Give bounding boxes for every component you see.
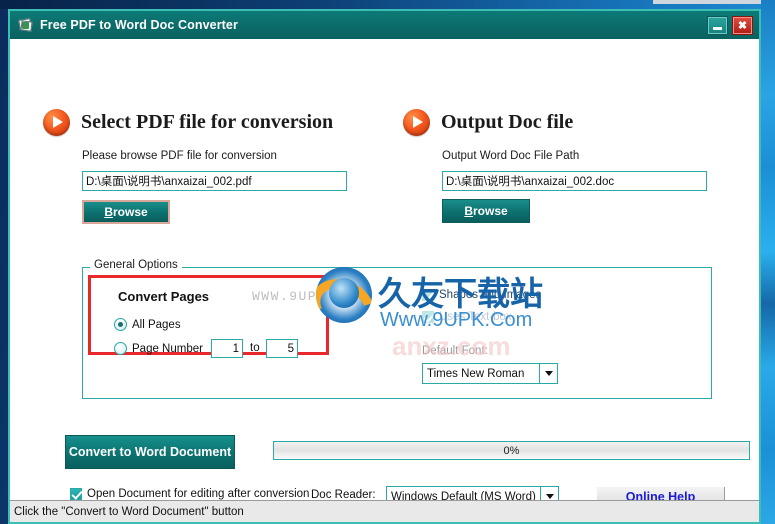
open-document-option[interactable]: Open Document for editing after conversi… (70, 488, 309, 500)
progress-percent: 0% (503, 444, 520, 457)
pdf-path-input[interactable] (82, 171, 347, 191)
browse-pdf-accel: B (104, 205, 113, 219)
window-body: Select PDF file for conversion Please br… (10, 39, 759, 500)
default-font-label: Default Font: (422, 345, 488, 357)
select-pdf-heading: Select PDF file for conversion (81, 111, 334, 133)
uses-textbox-option[interactable]: Uses Text-box (422, 311, 512, 323)
application-window: Free PDF to Word Doc Converter ✖ Select … (8, 9, 761, 524)
output-doc-header: Output Doc file (403, 109, 573, 136)
status-bar: Click the "Convert to Word Document" but… (10, 500, 759, 522)
default-font-combobox[interactable]: Times New Roman (422, 363, 558, 384)
online-help-link[interactable]: Online Help (626, 490, 695, 500)
open-document-checkbox[interactable] (70, 488, 82, 500)
chevron-down-icon[interactable] (539, 364, 557, 383)
output-doc-heading: Output Doc file (441, 111, 574, 133)
convert-to-word-button[interactable]: Convert to Word Document (65, 435, 235, 469)
shapes-images-label: Shapes and Images (439, 289, 542, 301)
window-title: Free PDF to Word Doc Converter (40, 18, 238, 32)
open-document-label: Open Document for editing after conversi… (87, 488, 310, 500)
desktop-top-strip (0, 0, 775, 9)
general-options-legend: General Options (90, 259, 182, 271)
page-to-input[interactable] (266, 339, 298, 358)
page-from-input[interactable] (211, 339, 243, 358)
uses-textbox-checkbox[interactable] (422, 311, 434, 323)
doc-reader-value: Windows Default (MS Word) (391, 490, 536, 501)
all-pages-option[interactable]: All Pages (114, 318, 181, 331)
page-number-label: Page Number (132, 342, 203, 355)
convert-pages-title: Convert Pages (118, 289, 210, 304)
select-pdf-sublabel: Please browse PDF file for conversion (82, 150, 277, 162)
page-number-option[interactable]: Page Number (114, 342, 203, 355)
app-document-icon (17, 17, 34, 33)
page-number-radio[interactable] (114, 342, 127, 355)
progress-bar: 0% (273, 441, 750, 460)
browse-doc-button[interactable]: Browse (442, 199, 530, 223)
online-help-container[interactable]: Online Help (597, 487, 725, 500)
minimize-button[interactable] (707, 15, 728, 35)
status-bar-text: Click the "Convert to Word Document" but… (14, 505, 244, 518)
desktop-right-strip (761, 0, 775, 524)
select-pdf-header: Select PDF file for conversion (43, 109, 333, 136)
doc-path-input[interactable] (442, 171, 707, 191)
output-doc-sublabel: Output Word Doc File Path (442, 150, 580, 162)
browse-doc-label: rowse (472, 204, 508, 218)
default-font-value: Times New Roman (427, 367, 525, 380)
browse-pdf-label: rowse (112, 205, 148, 219)
play-arrow-icon (43, 109, 70, 136)
to-label: to (250, 342, 260, 354)
chevron-down-icon[interactable] (540, 487, 558, 500)
doc-reader-label: Doc Reader: (311, 489, 376, 500)
play-arrow-icon (403, 109, 430, 136)
window-controls: ✖ (707, 15, 755, 35)
browse-doc-accel: B (464, 204, 473, 218)
uses-textbox-label: Uses Text-box (439, 311, 512, 323)
all-pages-label: All Pages (132, 318, 181, 331)
close-button[interactable]: ✖ (732, 15, 753, 35)
all-pages-radio[interactable] (114, 318, 127, 331)
shapes-images-checkbox[interactable] (422, 289, 434, 301)
doc-reader-combobox[interactable]: Windows Default (MS Word) (386, 486, 559, 500)
browse-pdf-button[interactable]: Browse (82, 200, 170, 224)
title-bar[interactable]: Free PDF to Word Doc Converter ✖ (10, 9, 759, 39)
shapes-images-option[interactable]: Shapes and Images (422, 289, 541, 301)
